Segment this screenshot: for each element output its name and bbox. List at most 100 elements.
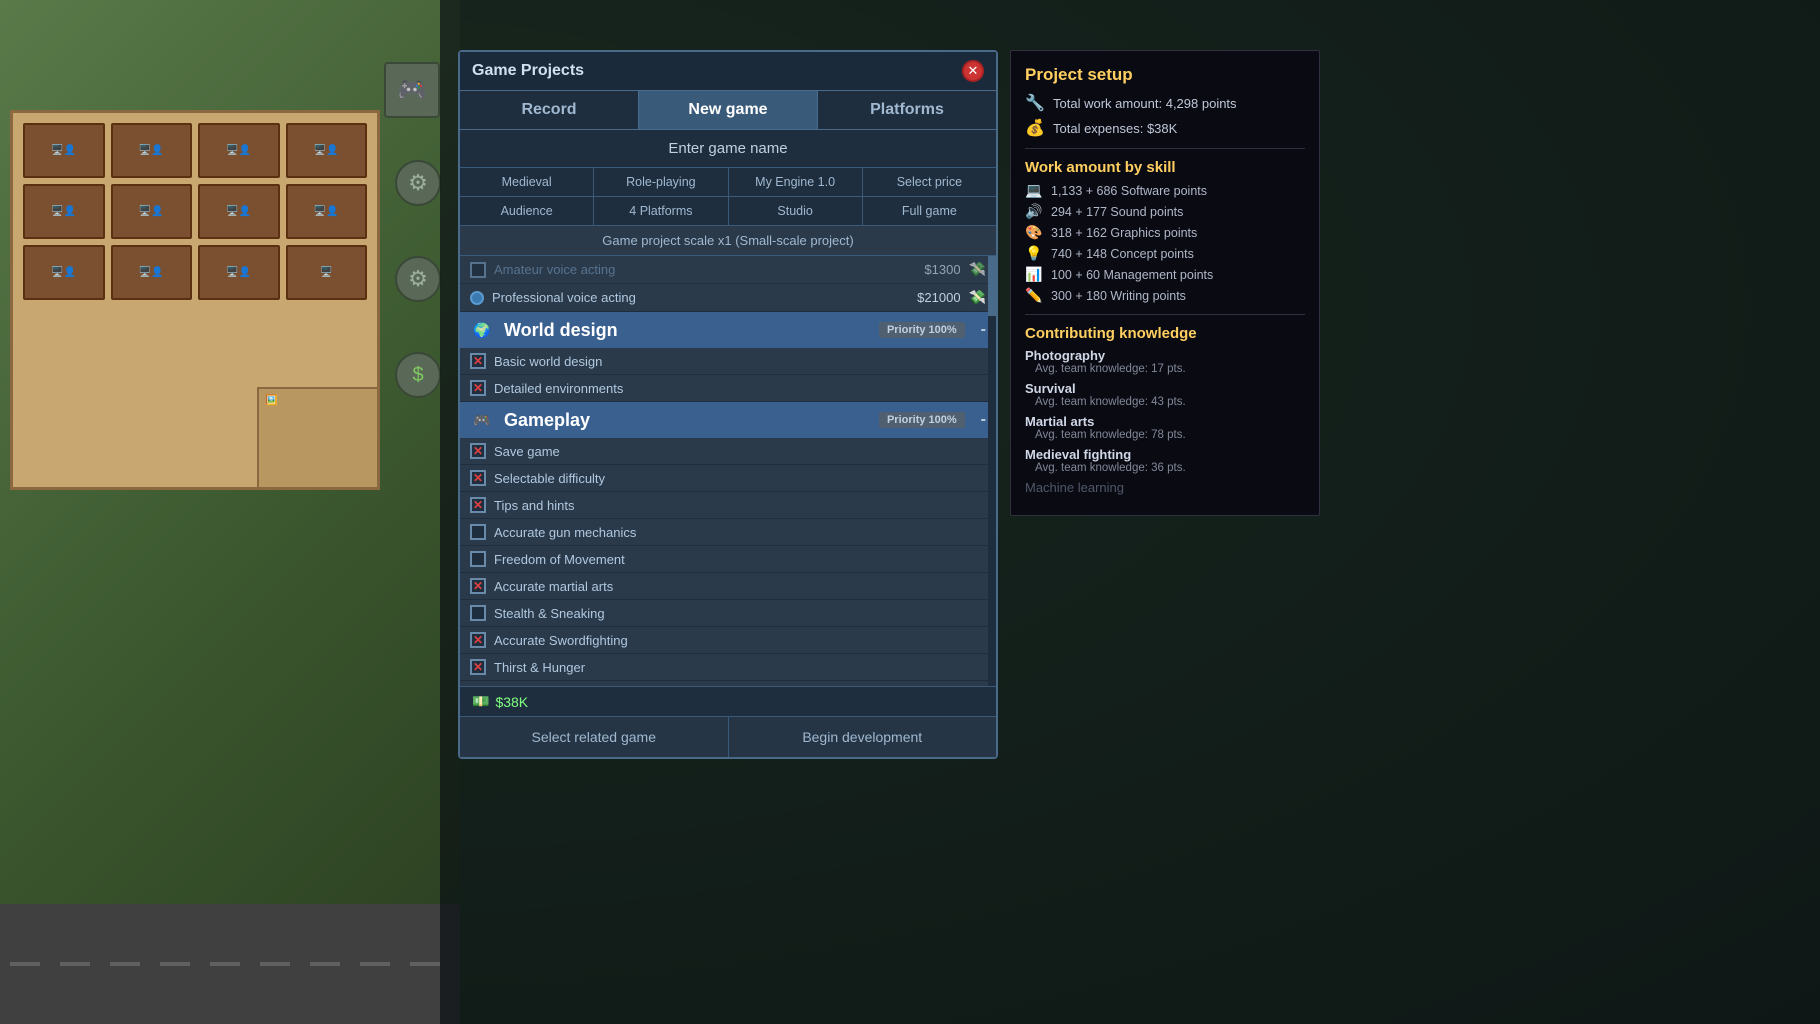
skill-concept: 💡 740 + 148 Concept points — [1025, 245, 1305, 262]
checkbox-accurate-sword[interactable]: ✕ — [470, 632, 486, 648]
survival-name: Survival — [1025, 381, 1305, 396]
medieval-fighting-sub: Avg. team knowledge: 36 pts. — [1025, 462, 1305, 474]
total-expenses-row: 💰 Total expenses: $38K — [1025, 118, 1305, 138]
world-design-label: World design — [504, 320, 618, 341]
tab-new-game[interactable]: New game — [639, 91, 818, 129]
audience-button[interactable]: Audience — [460, 197, 594, 225]
total-expenses-label: Total expenses: $38K — [1053, 121, 1177, 136]
scrollbar-thumb[interactable] — [988, 256, 996, 316]
list-item[interactable]: Multiplayer — [460, 681, 996, 686]
platforms-button[interactable]: 4 Platforms — [594, 197, 728, 225]
concept-icon: 💡 — [1025, 245, 1043, 262]
checkbox-tips-hints[interactable]: ✕ — [470, 497, 486, 513]
list-item[interactable]: ✕ Save game — [460, 438, 996, 465]
contrib-medieval-fighting: Medieval fighting Avg. team knowledge: 3… — [1025, 447, 1305, 474]
dialog-titlebar: Game Projects ✕ — [460, 52, 996, 91]
gear-icon-2[interactable]: ⚙ — [395, 256, 441, 302]
list-item[interactable]: Freedom of Movement — [460, 546, 996, 573]
engine-button[interactable]: My Engine 1.0 — [729, 168, 863, 196]
checkbox-amateur-voice[interactable] — [470, 262, 486, 278]
studio-button[interactable]: Studio — [729, 197, 863, 225]
radio-professional-voice[interactable] — [470, 291, 484, 305]
skill-sound: 🔊 294 + 177 Sound points — [1025, 203, 1305, 220]
list-item[interactable]: Professional voice acting $21000 💸 — [460, 284, 996, 312]
checkbox-freedom-movement[interactable] — [470, 551, 486, 567]
scale-bar: Game project scale x1 (Small-scale proje… — [460, 226, 996, 256]
action-buttons: Select related game Begin development — [460, 716, 996, 757]
office-floor: 🖥️👤 🖥️👤 🖥️👤 🖥️👤 🖥️👤 🖥️👤 🖥️👤 🖥️👤 🖥️👤 🖥️👤 … — [0, 0, 460, 1024]
management-icon: 📊 — [1025, 266, 1043, 283]
total-work-row: 🔧 Total work amount: 4,298 points — [1025, 93, 1305, 113]
contrib-photography: Photography Avg. team knowledge: 17 pts. — [1025, 348, 1305, 375]
machine-learning-name: Machine learning — [1025, 480, 1305, 495]
list-item[interactable]: ✕ Accurate Swordfighting — [460, 627, 996, 654]
graphics-label: 318 + 162 Graphics points — [1051, 226, 1197, 240]
world-design-icon: 🌍 — [470, 318, 494, 342]
gameplay-header[interactable]: 🎮 Gameplay Priority 100% - — [460, 402, 996, 438]
select-related-button[interactable]: Select related game — [460, 717, 729, 757]
checkbox-accurate-martial[interactable]: ✕ — [470, 578, 486, 594]
graphics-icon: 🎨 — [1025, 224, 1043, 241]
feature-list[interactable]: Amateur voice acting $1300 💸 Professiona… — [460, 256, 996, 686]
software-label: 1,133 + 686 Software points — [1051, 184, 1207, 198]
checkbox-save-game[interactable]: ✕ — [470, 443, 486, 459]
list-item[interactable]: ✕ Accurate martial arts — [460, 573, 996, 600]
game-name-input[interactable]: Enter game name — [460, 130, 996, 168]
work-skill-title: Work amount by skill — [1025, 159, 1305, 176]
management-label: 100 + 60 Management points — [1051, 268, 1213, 282]
divider-1 — [1025, 148, 1305, 149]
list-item[interactable]: ✕ Tips and hints — [460, 492, 996, 519]
config-row-2: Audience 4 Platforms Studio Full game — [460, 197, 996, 226]
gameplay-priority[interactable]: Priority 100% — [879, 412, 965, 428]
checkbox-thirst-hunger[interactable]: ✕ — [470, 659, 486, 675]
scrollbar[interactable] — [988, 256, 996, 686]
right-panel: Project setup 🔧 Total work amount: 4,298… — [1010, 50, 1320, 516]
begin-development-button[interactable]: Begin development — [729, 717, 997, 757]
photography-name: Photography — [1025, 348, 1305, 363]
config-row-1: Medieval Role-playing My Engine 1.0 Sele… — [460, 168, 996, 197]
list-item[interactable]: Accurate gun mechanics — [460, 519, 996, 546]
photography-sub: Avg. team knowledge: 17 pts. — [1025, 363, 1305, 375]
money-icon: 💰 — [1025, 118, 1045, 138]
sound-icon: 🔊 — [1025, 203, 1043, 220]
list-item[interactable]: ✕ Thirst & Hunger — [460, 654, 996, 681]
list-item[interactable]: ✕ Detailed environments — [460, 375, 996, 402]
genre-button[interactable]: Medieval — [460, 168, 594, 196]
skill-software: 💻 1,133 + 686 Software points — [1025, 182, 1305, 199]
checkbox-selectable-difficulty[interactable]: ✕ — [470, 470, 486, 486]
tab-platforms[interactable]: Platforms — [818, 91, 996, 129]
concept-label: 740 + 148 Concept points — [1051, 247, 1194, 261]
divider-2 — [1025, 314, 1305, 315]
skill-writing: ✏️ 300 + 180 Writing points — [1025, 287, 1305, 304]
gameplay-label: Gameplay — [504, 410, 590, 431]
martial-arts-name: Martial arts — [1025, 414, 1305, 429]
survival-sub: Avg. team knowledge: 43 pts. — [1025, 396, 1305, 408]
tab-record[interactable]: Record — [460, 91, 639, 129]
list-item[interactable]: ✕ Selectable difficulty — [460, 465, 996, 492]
checkbox-accurate-gun[interactable] — [470, 524, 486, 540]
sound-label: 294 + 177 Sound points — [1051, 205, 1183, 219]
checkbox-basic-world[interactable]: ✕ — [470, 353, 486, 369]
list-item[interactable]: Amateur voice acting $1300 💸 — [460, 256, 996, 284]
skill-management: 📊 100 + 60 Management points — [1025, 266, 1305, 283]
project-setup-title: Project setup — [1025, 65, 1305, 85]
list-item[interactable]: ✕ Basic world design — [460, 348, 996, 375]
checkbox-detailed-env[interactable]: ✕ — [470, 380, 486, 396]
list-item[interactable]: Stealth & Sneaking — [460, 600, 996, 627]
type-button[interactable]: Role-playing — [594, 168, 728, 196]
gameplay-collapse[interactable]: - — [981, 411, 986, 429]
cost-icon: 💵 — [472, 693, 489, 710]
gear-icon-1[interactable]: ⚙ — [395, 160, 441, 206]
full-game-button[interactable]: Full game — [863, 197, 996, 225]
close-button[interactable]: ✕ — [962, 60, 984, 82]
world-design-priority[interactable]: Priority 100% — [879, 322, 965, 338]
checkbox-stealth[interactable] — [470, 605, 486, 621]
world-design-header[interactable]: 🌍 World design Priority 100% - — [460, 312, 996, 348]
world-design-collapse[interactable]: - — [981, 321, 986, 339]
controller-icon[interactable]: 🎮 — [384, 62, 440, 118]
wrench-icon: 🔧 — [1025, 93, 1045, 113]
price-button[interactable]: Select price — [863, 168, 996, 196]
medieval-fighting-name: Medieval fighting — [1025, 447, 1305, 462]
total-work-label: Total work amount: 4,298 points — [1053, 96, 1237, 111]
dollar-icon: $ — [395, 352, 441, 398]
